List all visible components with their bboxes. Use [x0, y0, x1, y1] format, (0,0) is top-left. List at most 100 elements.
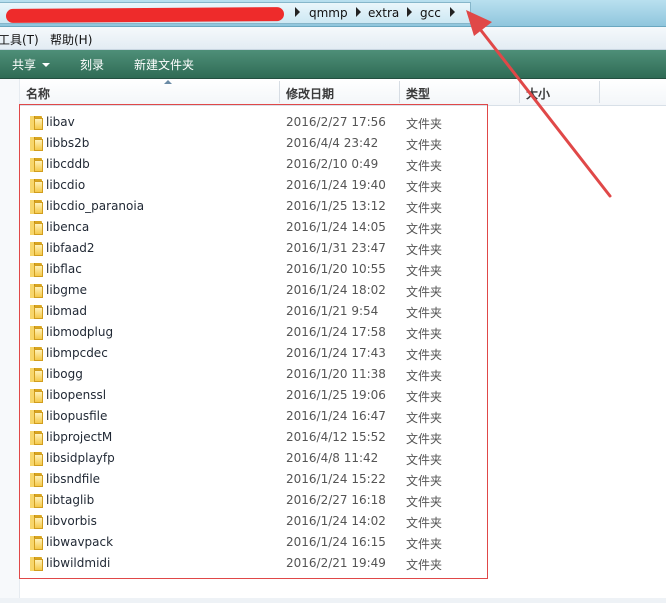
file-row[interactable]: libgme 2016/1/24 18:02 文件夹	[20, 280, 490, 301]
folder-icon	[30, 389, 43, 403]
file-row[interactable]: libwavpack 2016/1/24 16:15 文件夹	[20, 532, 490, 553]
file-row[interactable]: libprojectM 2016/4/12 15:52 文件夹	[20, 427, 490, 448]
file-row[interactable]: libopusfile 2016/1/24 16:47 文件夹	[20, 406, 490, 427]
folder-icon	[30, 431, 43, 445]
file-row[interactable]: libmad 2016/1/21 9:54 文件夹	[20, 301, 490, 322]
folder-icon	[30, 200, 43, 214]
file-row[interactable]: libbs2b 2016/4/4 23:42 文件夹	[20, 133, 490, 154]
menu-bar: 工具(T) 帮助(H)	[0, 27, 666, 50]
file-name: libogg	[46, 367, 83, 381]
column-header: 名称 修改日期 类型 大小	[20, 79, 666, 106]
breadcrumb-extra[interactable]: extra	[368, 6, 399, 20]
folder-icon	[30, 305, 43, 319]
folder-icon	[30, 494, 43, 508]
file-date: 2016/2/21 19:49	[286, 556, 386, 570]
file-row[interactable]: libsidplayfp 2016/4/8 11:42 文件夹	[20, 448, 490, 469]
breadcrumb[interactable]: qmmp extra gcc	[0, 2, 471, 24]
menu-help[interactable]: 帮助(H)	[50, 31, 92, 48]
folder-icon	[30, 452, 43, 466]
new-folder-button[interactable]: 新建文件夹	[134, 56, 194, 73]
file-row[interactable]: libsndfile 2016/1/24 15:22 文件夹	[20, 469, 490, 490]
column-divider[interactable]	[599, 81, 600, 103]
file-row[interactable]: libmpcdec 2016/1/24 17:43 文件夹	[20, 343, 490, 364]
folder-icon	[30, 137, 43, 151]
column-type[interactable]: 类型	[406, 85, 430, 102]
chevron-down-icon	[42, 63, 51, 67]
file-type: 文件夹	[406, 222, 443, 236]
file-row[interactable]: libmodplug 2016/1/24 17:58 文件夹	[20, 322, 490, 343]
file-name: libopenssl	[46, 388, 107, 402]
file-type: 文件夹	[406, 474, 443, 488]
file-row[interactable]: libflac 2016/1/20 10:55 文件夹	[20, 259, 490, 280]
file-row[interactable]: libcdio_paranoia 2016/1/25 13:12 文件夹	[20, 196, 490, 217]
file-row[interactable]: libogg 2016/1/20 11:38 文件夹	[20, 364, 490, 385]
column-divider[interactable]	[399, 81, 400, 103]
file-name: libflac	[46, 262, 82, 276]
file-type: 文件夹	[406, 390, 443, 404]
folder-icon	[30, 557, 43, 571]
folder-icon	[30, 473, 43, 487]
file-row[interactable]: libfaad2 2016/1/31 23:47 文件夹	[20, 238, 490, 259]
file-date: 2016/1/24 17:43	[286, 346, 386, 360]
breadcrumb-separator-icon[interactable]	[295, 7, 300, 17]
folder-icon	[30, 284, 43, 298]
folder-icon	[30, 242, 43, 256]
breadcrumb-separator-icon[interactable]	[356, 7, 361, 17]
sort-up-icon	[164, 80, 172, 84]
file-date: 2016/4/8 11:42	[286, 451, 379, 465]
file-type: 文件夹	[406, 411, 443, 425]
breadcrumb-separator-icon[interactable]	[407, 7, 412, 17]
file-type: 文件夹	[406, 327, 443, 341]
folder-icon	[30, 536, 43, 550]
file-row[interactable]: libcdio 2016/1/24 19:40 文件夹	[20, 175, 490, 196]
menu-tools[interactable]: 工具(T)	[0, 31, 39, 48]
file-name: libmpcdec	[46, 346, 108, 360]
share-button[interactable]: 共享	[12, 56, 51, 73]
file-name: libcddb	[46, 157, 90, 171]
file-date: 2016/4/4 23:42	[286, 136, 379, 150]
file-name: libbs2b	[46, 136, 90, 150]
folder-icon	[30, 410, 43, 424]
breadcrumb-gcc[interactable]: gcc	[420, 6, 441, 20]
column-divider[interactable]	[279, 81, 280, 103]
folder-icon	[30, 326, 43, 340]
file-row[interactable]: libcddb 2016/2/10 0:49 文件夹	[20, 154, 490, 175]
burn-button[interactable]: 刻录	[80, 56, 104, 73]
file-date: 2016/4/12 15:52	[286, 430, 386, 444]
address-bar[interactable]: qmmp extra gcc	[0, 0, 666, 27]
file-row[interactable]: libenca 2016/1/24 14:05 文件夹	[20, 217, 490, 238]
column-divider[interactable]	[519, 81, 520, 103]
file-type: 文件夹	[406, 432, 443, 446]
breadcrumb-qmmp[interactable]: qmmp	[309, 6, 348, 20]
file-name: libmodplug	[46, 325, 114, 339]
file-name: libwildmidi	[46, 556, 111, 570]
folder-icon	[30, 158, 43, 172]
column-size[interactable]: 大小	[526, 85, 550, 102]
file-date: 2016/1/24 15:22	[286, 472, 386, 486]
file-name: libmad	[46, 304, 87, 318]
file-date: 2016/1/21 9:54	[286, 304, 379, 318]
file-row[interactable]: libwildmidi 2016/2/21 19:49 文件夹	[20, 553, 490, 574]
column-name[interactable]: 名称	[26, 85, 50, 102]
file-row[interactable]: libav 2016/2/27 17:56 文件夹	[20, 112, 490, 133]
file-row[interactable]: libvorbis 2016/1/24 14:02 文件夹	[20, 511, 490, 532]
file-name: libtaglib	[46, 493, 95, 507]
file-type: 文件夹	[406, 537, 443, 551]
file-date: 2016/1/20 11:38	[286, 367, 386, 381]
file-date: 2016/1/24 16:47	[286, 409, 386, 423]
file-type: 文件夹	[406, 285, 443, 299]
breadcrumb-separator-icon[interactable]	[450, 7, 455, 17]
file-row[interactable]: libtaglib 2016/2/27 16:18 文件夹	[20, 490, 490, 511]
file-date: 2016/1/24 17:58	[286, 325, 386, 339]
redacted-path	[5, 7, 285, 23]
file-date: 2016/2/10 0:49	[286, 157, 379, 171]
file-type: 文件夹	[406, 117, 443, 131]
column-modified[interactable]: 修改日期	[286, 85, 334, 102]
command-toolbar: 共享 刻录 新建文件夹	[0, 50, 666, 79]
file-type: 文件夹	[406, 159, 443, 173]
file-date: 2016/2/27 16:18	[286, 493, 386, 507]
file-date: 2016/1/24 14:02	[286, 514, 386, 528]
file-name: libgme	[46, 283, 87, 297]
file-date: 2016/1/20 10:55	[286, 262, 386, 276]
file-row[interactable]: libopenssl 2016/1/25 19:06 文件夹	[20, 385, 490, 406]
